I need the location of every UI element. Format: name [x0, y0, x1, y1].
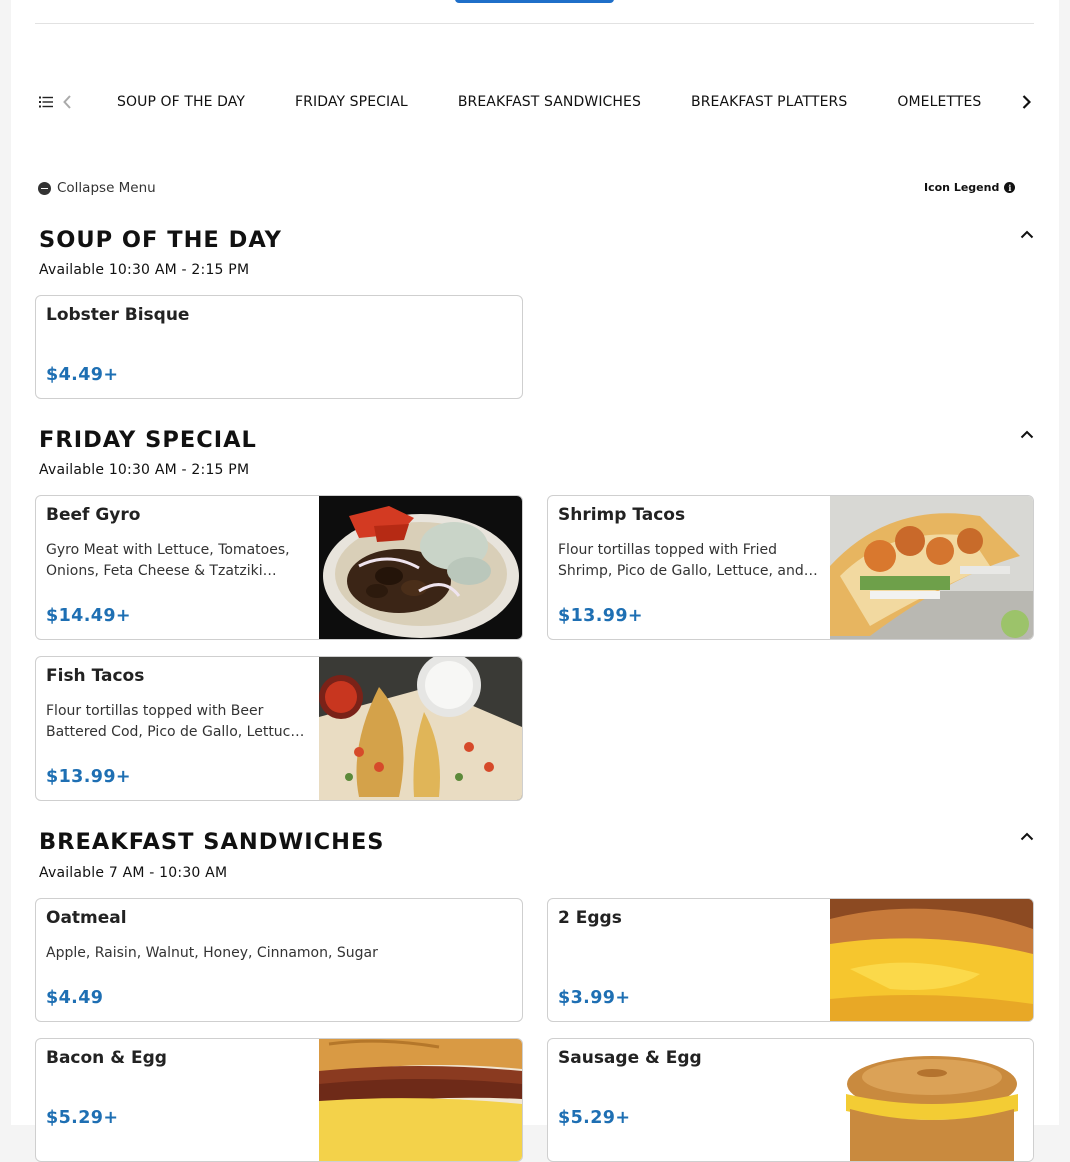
item-description: Gyro Meat with Lettuce, Tomatoes, Onions… — [46, 542, 290, 579]
egg-sandwich-photo — [830, 899, 1033, 1021]
item-price: $14.49+ — [46, 606, 131, 626]
section-availability: Available 10:30 AM - 2:15 PM — [39, 462, 250, 478]
item-price: $3.99+ — [558, 988, 631, 1008]
bacon-egg-croissant-photo — [319, 1039, 522, 1161]
menu-item-card[interactable]: Lobster Bisque $4.49+ — [35, 295, 523, 399]
section-soup-of-the-day: SOUP OF THE DAY Available 10:30 AM - 2:1… — [39, 227, 1035, 278]
item-description: Flour tortillas topped with Fried Shrimp… — [558, 542, 804, 579]
item-price: $13.99+ — [558, 606, 643, 626]
section-title: BREAKFAST SANDWICHES — [39, 829, 385, 855]
menu-item-card[interactable]: Bacon & Egg $5.29+ — [35, 1038, 523, 1162]
item-name: Lobster Bisque — [46, 305, 190, 325]
menu-page: SOUP OF THE DAY FRIDAY SPECIAL BREAKFAST… — [11, 0, 1059, 1162]
item-price: $13.99+ — [46, 767, 131, 787]
list-icon[interactable] — [37, 93, 55, 111]
menu-item-card[interactable]: Shrimp Tacos Flour tortillas topped with… — [547, 495, 1034, 640]
divider — [35, 23, 1034, 24]
collapse-menu-button[interactable]: Collapse Menu — [38, 180, 156, 196]
section-title: SOUP OF THE DAY — [39, 227, 282, 253]
item-description: Apple, Raisin, Walnut, Honey, Cinnamon, … — [46, 945, 378, 961]
item-name: Beef Gyro — [46, 505, 141, 525]
chevron-right-icon[interactable] — [1017, 93, 1035, 111]
tab-omelettes[interactable]: OMELETTES — [897, 94, 981, 110]
item-name: Oatmeal — [46, 908, 127, 928]
beef-gyro-photo — [319, 496, 522, 639]
section-breakfast-sandwiches: BREAKFAST SANDWICHES Available 7 AM - 10… — [39, 829, 1035, 881]
category-tabs: SOUP OF THE DAY FRIDAY SPECIAL BREAKFAST… — [117, 94, 981, 110]
tab-soup-of-the-day[interactable]: SOUP OF THE DAY — [117, 94, 245, 110]
item-name: Fish Tacos — [46, 666, 145, 686]
item-name: Shrimp Tacos — [558, 505, 686, 525]
top-action-button[interactable] — [455, 0, 614, 3]
chevron-up-icon[interactable] — [1019, 829, 1035, 843]
item-name: Sausage & Egg — [558, 1048, 702, 1068]
shrimp-tacos-photo — [830, 496, 1033, 639]
section-friday-special: FRIDAY SPECIAL Available 10:30 AM - 2:15… — [39, 427, 1035, 478]
menu-item-card[interactable]: Sausage & Egg $5.29+ — [547, 1038, 1034, 1162]
item-name: Bacon & Egg — [46, 1048, 167, 1068]
item-price: $5.29+ — [558, 1108, 631, 1128]
item-description: Flour tortillas topped with Beer Battere… — [46, 703, 299, 740]
menu-item-card[interactable]: Oatmeal Apple, Raisin, Walnut, Honey, Ci… — [35, 898, 523, 1022]
section-availability: Available 7 AM - 10:30 AM — [39, 865, 228, 881]
chevron-up-icon[interactable] — [1019, 427, 1035, 441]
fish-tacos-photo — [319, 657, 522, 800]
icon-legend-label: Icon Legend — [924, 181, 1000, 194]
menu-item-card[interactable]: 2 Eggs $3.99+ — [547, 898, 1034, 1022]
minus-circle-icon — [38, 181, 51, 195]
tab-breakfast-platters[interactable]: BREAKFAST PLATTERS — [691, 94, 847, 110]
info-icon: i — [1004, 182, 1016, 193]
icon-legend-button[interactable]: Icon Legend i — [924, 181, 1016, 194]
item-price: $4.49+ — [46, 365, 119, 385]
item-name: 2 Eggs — [558, 908, 622, 928]
tab-friday-special[interactable]: FRIDAY SPECIAL — [295, 94, 408, 110]
section-title: FRIDAY SPECIAL — [39, 427, 257, 453]
collapse-menu-label: Collapse Menu — [57, 180, 156, 196]
chevron-left-icon[interactable] — [59, 93, 75, 111]
sausage-egg-bagel-photo — [830, 1039, 1033, 1161]
item-price: $5.29+ — [46, 1108, 119, 1128]
chevron-up-icon[interactable] — [1019, 227, 1035, 241]
menu-item-card[interactable]: Beef Gyro Gyro Meat with Lettuce, Tomato… — [35, 495, 523, 640]
section-availability: Available 10:30 AM - 2:15 PM — [39, 262, 250, 278]
menu-item-card[interactable]: Fish Tacos Flour tortillas topped with B… — [35, 656, 523, 801]
tab-breakfast-sandwiches[interactable]: BREAKFAST SANDWICHES — [458, 94, 641, 110]
category-nav: SOUP OF THE DAY FRIDAY SPECIAL BREAKFAST… — [35, 84, 1035, 120]
item-price: $4.49 — [46, 988, 104, 1008]
